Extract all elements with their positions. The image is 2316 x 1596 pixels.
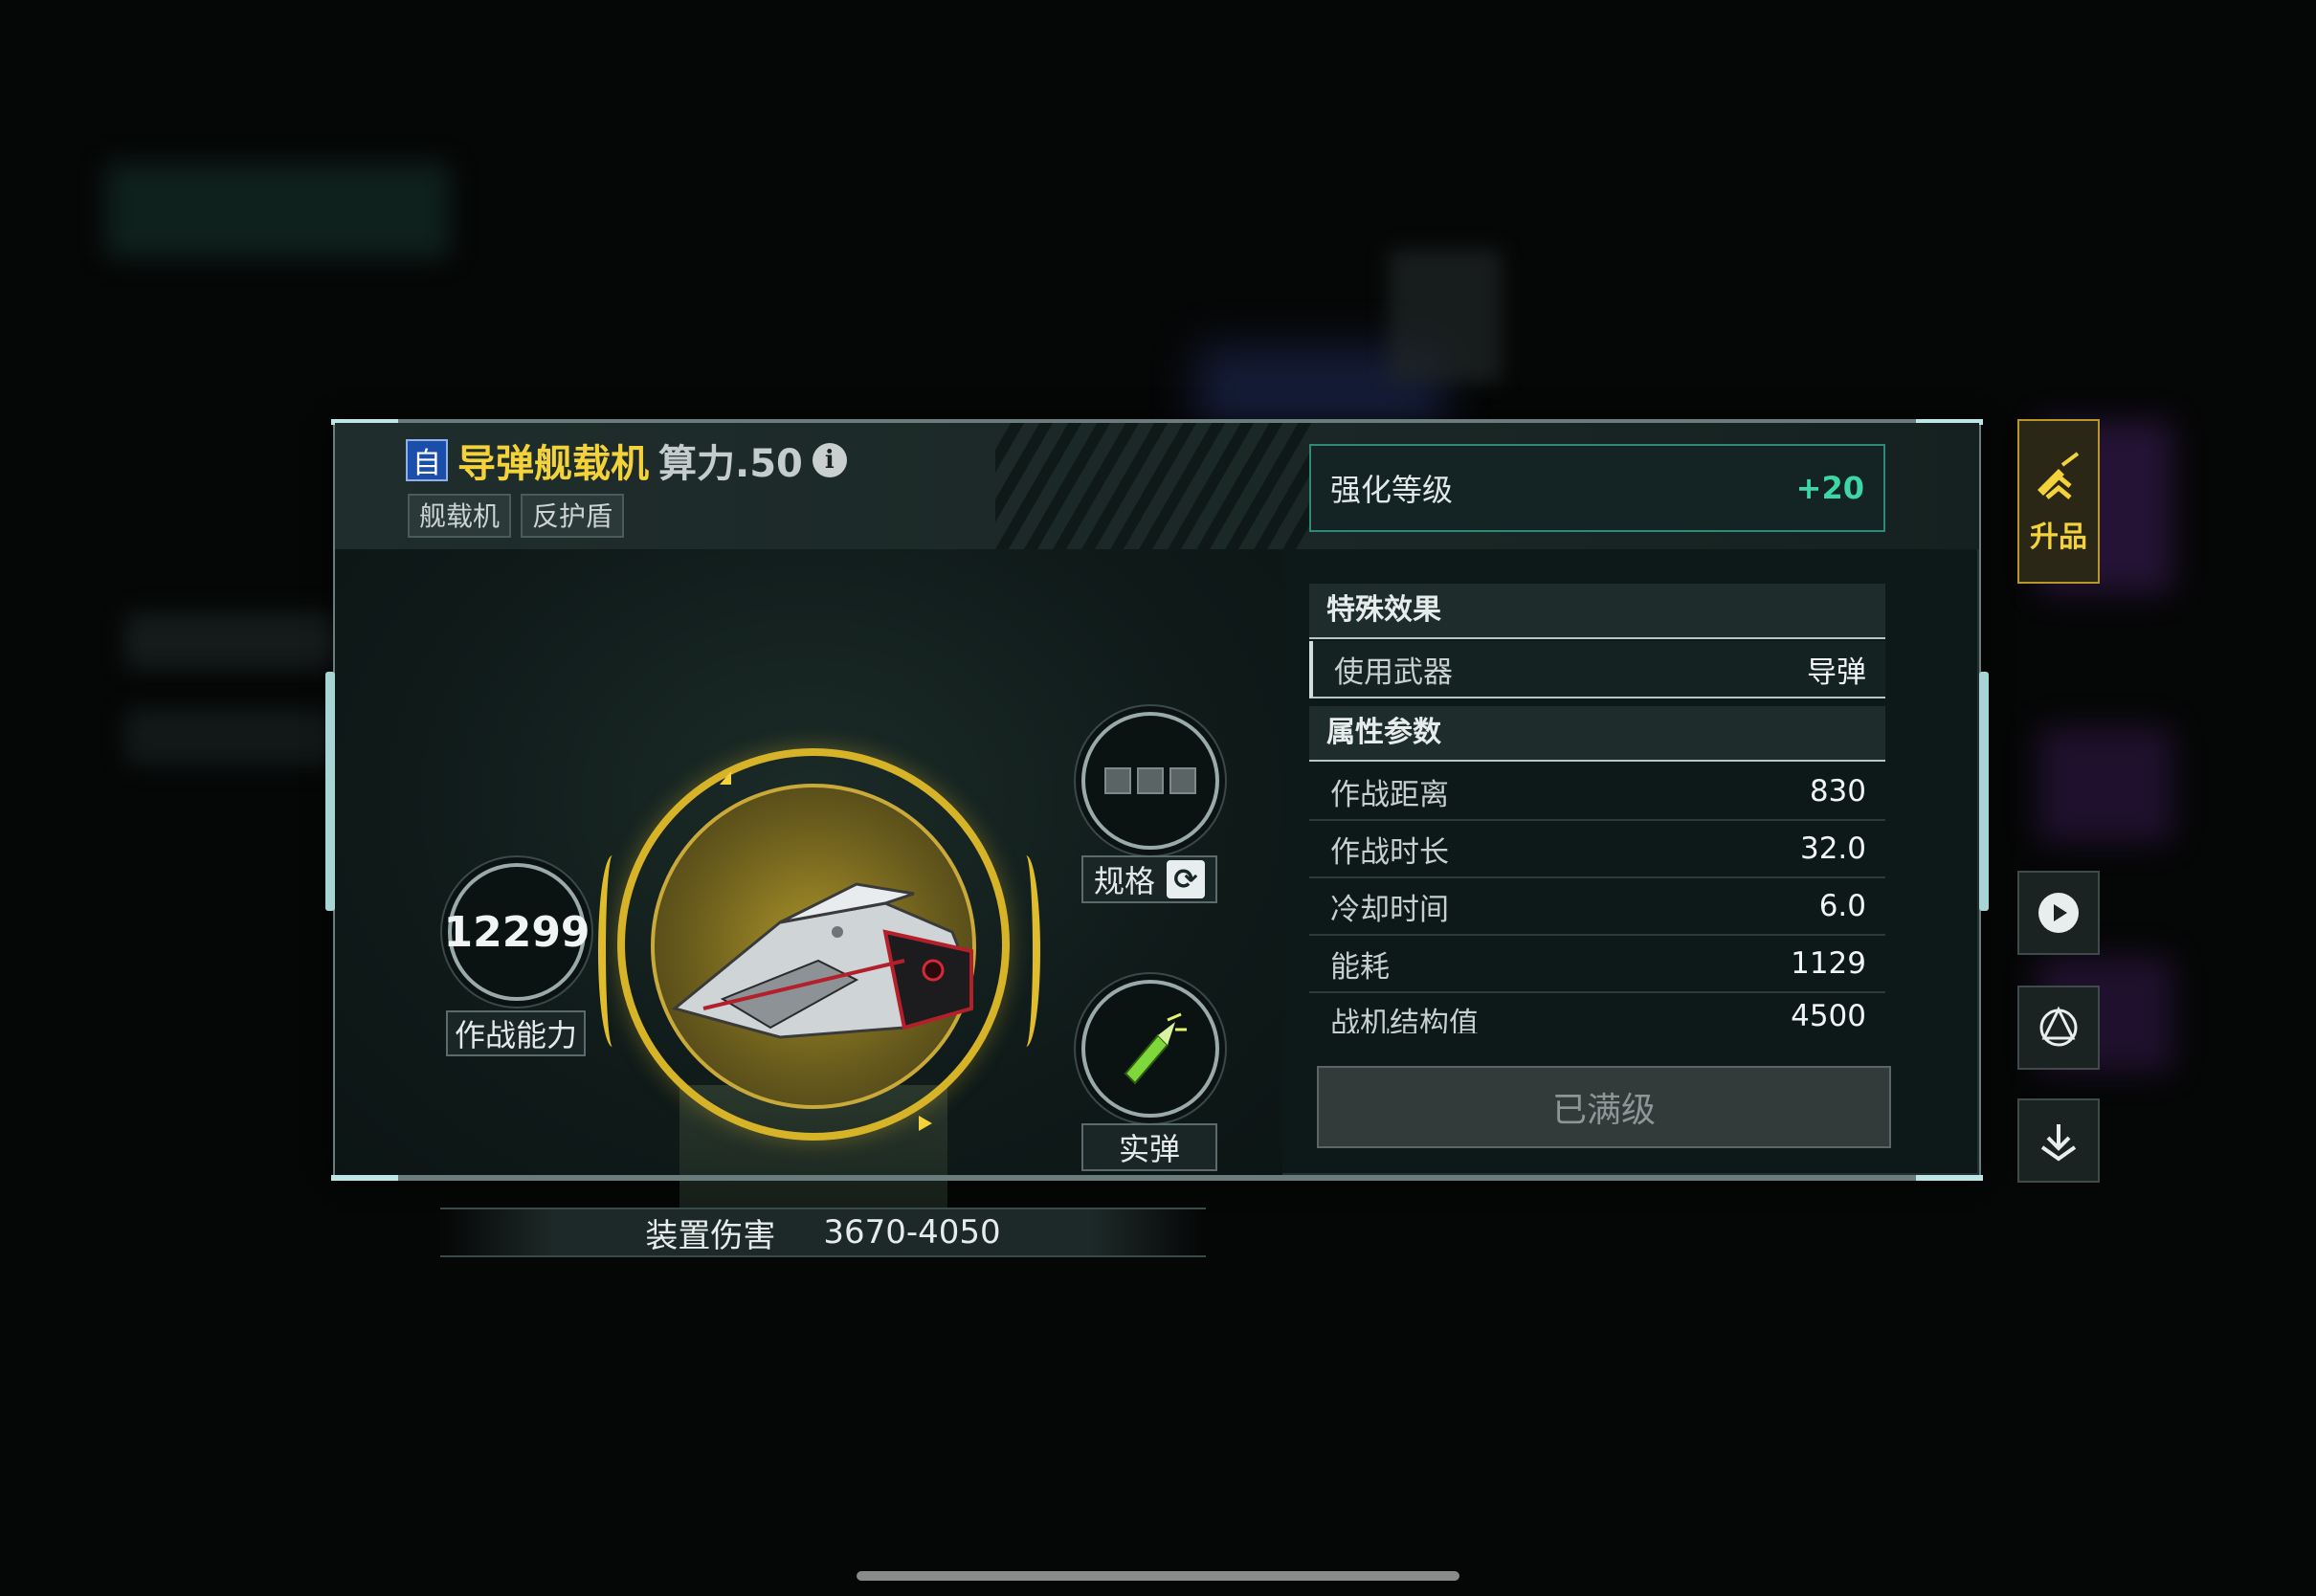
- missile-ammo-icon: [1124, 1012, 1187, 1085]
- stat-value: 4500: [1791, 999, 1866, 1033]
- ammo-slot[interactable]: [1081, 980, 1219, 1118]
- upgrade-label: 升品: [2030, 521, 2087, 554]
- enhance-level-box: 强化等级 +20: [1309, 444, 1885, 532]
- upgrade-icon: [2038, 452, 2080, 499]
- stat-row-range: 作战距离 830: [1309, 764, 1885, 821]
- ring-arc-right: [1012, 855, 1040, 1047]
- stat-key: 作战时长: [1330, 834, 1449, 870]
- background-blur: [124, 708, 354, 765]
- ring-marker: [720, 771, 731, 785]
- enhance-level-label: 强化等级: [1330, 472, 1454, 508]
- preview-play-button[interactable]: [2017, 871, 2100, 955]
- stat-row-duration: 作战时长 32.0: [1309, 821, 1885, 878]
- stat-key: 能耗: [1330, 949, 1390, 985]
- device-damage-value: 3670-4050: [823, 1213, 1001, 1252]
- ring-marker: [919, 1116, 932, 1131]
- background-blur: [124, 612, 354, 670]
- stat-value: 6.0: [1818, 889, 1866, 923]
- home-indicator[interactable]: [857, 1571, 1459, 1581]
- download-button[interactable]: [2017, 1098, 2100, 1183]
- device-damage-label: 装置伤害: [645, 1216, 776, 1255]
- enhance-level-value: +20: [1795, 470, 1864, 506]
- stat-key: 冷却时间: [1330, 892, 1449, 927]
- item-title: 导弹舰载机: [457, 442, 649, 486]
- device-damage-bar: 装置伤害 3670-4050: [440, 1208, 1206, 1257]
- tag-carrier-aircraft: 舰载机: [408, 494, 512, 538]
- background-blur: [1388, 249, 1503, 383]
- swap-icon[interactable]: ⟳: [1167, 860, 1205, 898]
- play-icon: [2038, 893, 2079, 933]
- spec-label-box[interactable]: 规格 ⟳: [1081, 855, 1217, 903]
- self-badge: 自: [406, 439, 448, 481]
- stat-key: 作战距离: [1330, 777, 1449, 812]
- special-effects-title: 特殊效果: [1309, 584, 1885, 639]
- spec-label: 规格: [1093, 863, 1155, 899]
- max-level-label: 已满级: [1551, 1091, 1656, 1130]
- stat-key: 战机结构值: [1330, 1007, 1479, 1033]
- background-blur: [2038, 727, 2172, 842]
- weapon-row: 使用武器 导弹: [1309, 641, 1885, 698]
- info-icon[interactable]: i: [812, 443, 847, 477]
- stat-row-cooldown: 冷却时间 6.0: [1309, 878, 1885, 936]
- background-blur: [105, 163, 450, 258]
- weapon-key: 使用武器: [1334, 654, 1453, 690]
- power-rating: 算力.50: [658, 442, 803, 486]
- header-hatch-decor: [995, 423, 1311, 549]
- stat-value: 32.0: [1799, 831, 1866, 866]
- faction-button[interactable]: [2017, 986, 2100, 1070]
- title-row: 自 导弹舰载机 算力.50 i: [406, 432, 847, 488]
- showcase-area: 12299 作战能力 规格 ⟳ 实弹 装置伤害 3670-4050: [335, 549, 1282, 1257]
- stat-value: 1129: [1791, 946, 1866, 981]
- spec-slot[interactable]: [1081, 712, 1219, 850]
- max-level-button[interactable]: 已满级: [1317, 1066, 1891, 1148]
- faction-icon: [2039, 1006, 2078, 1047]
- download-icon: [2040, 1124, 2077, 1162]
- stat-row-structure: 战机结构值 4500: [1309, 993, 1885, 1033]
- upgrade-button[interactable]: 升品: [2017, 419, 2100, 584]
- stat-value: 830: [1809, 774, 1866, 809]
- panel-bracket-right: [1979, 672, 1989, 911]
- panel-bracket-left: [325, 672, 335, 911]
- ammo-label: 实弹: [1081, 1123, 1217, 1171]
- spec-blocks-icon: [1104, 767, 1196, 794]
- tag-list: 舰载机 反护盾: [408, 494, 625, 538]
- weapon-value: 导弹: [1807, 654, 1866, 690]
- item-detail-panel: 自 导弹舰载机 算力.50 i 舰载机 反护盾 强化等级 +20 12299 作…: [325, 419, 1989, 1257]
- tag-anti-shield: 反护盾: [521, 494, 625, 538]
- missile-aircraft-image: [671, 882, 973, 1039]
- combat-power-dial: 12299: [443, 863, 590, 1001]
- stat-row-energy: 能耗 1129: [1309, 936, 1885, 993]
- attributes-title: 属性参数: [1309, 706, 1885, 762]
- combat-power-label: 作战能力: [446, 1010, 586, 1056]
